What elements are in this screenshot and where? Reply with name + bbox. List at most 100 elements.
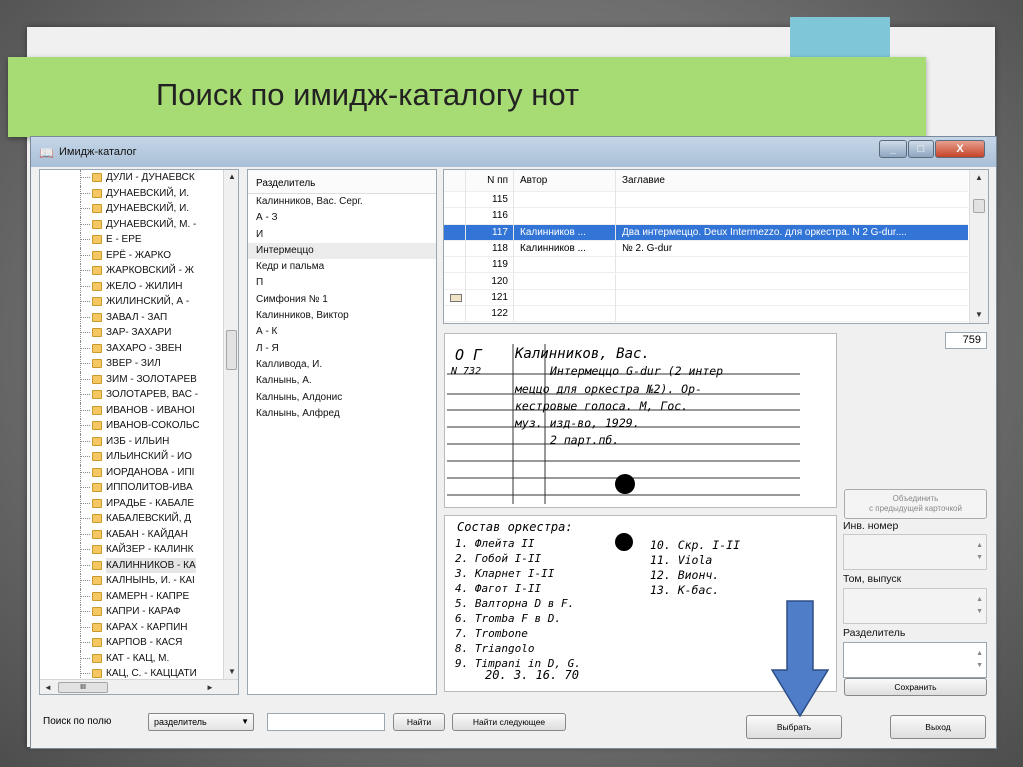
table-row[interactable]: 117 Калинников ... Два интермеццо. Deux In… <box>444 224 968 241</box>
choose-button[interactable]: Выбрать <box>746 715 842 739</box>
minimize-button[interactable]: _ <box>879 140 907 158</box>
tree-item[interactable]: КАМЕРН - КАПРЕ <box>40 588 238 605</box>
tree-item[interactable]: ИЗБ - ИЛЬИН <box>40 433 238 450</box>
tree-hscroll-thumb[interactable]: III <box>58 682 108 693</box>
tree-item[interactable]: ДУНАЕВСКИЙ, И. <box>40 185 238 202</box>
tree-guide-line <box>80 495 81 512</box>
tree-item[interactable]: ИВАНОВ - ИВАНОІ <box>40 402 238 419</box>
table-row[interactable]: 121 <box>444 289 968 307</box>
separator-item[interactable]: Калинников, Виктор <box>248 308 436 324</box>
separator-item[interactable]: Калливода, И. <box>248 357 436 373</box>
search-field-select[interactable]: разделитель ▼ <box>148 713 254 731</box>
col-author[interactable]: Автор <box>514 170 616 192</box>
separator-item[interactable]: Интермеццо <box>248 242 436 260</box>
find-button[interactable]: Найти <box>393 713 445 731</box>
separator-item[interactable]: П <box>248 275 436 291</box>
table-row[interactable]: 116 <box>444 208 968 225</box>
tree-item[interactable]: ИЛЬИНСКИЙ - ИО <box>40 449 238 465</box>
tree-item[interactable]: Е - ЕРЕ <box>40 232 238 248</box>
tree-item[interactable]: КАЙЗЕР - КАЛИНК <box>40 542 238 558</box>
table-row[interactable]: 122 <box>444 306 968 323</box>
grid-vertical-scrollbar[interactable]: ▲ ▼ <box>969 170 988 323</box>
search-input[interactable] <box>267 713 385 731</box>
close-button[interactable]: X <box>935 140 985 158</box>
separator-item[interactable]: А - К <box>248 324 436 340</box>
spin-down-icon[interactable]: ▼ <box>976 608 983 615</box>
maximize-button[interactable]: □ <box>908 140 934 158</box>
separator-item[interactable]: И <box>248 227 436 243</box>
scroll-up-icon[interactable]: ▲ <box>975 173 983 182</box>
separator-item[interactable]: Калнынь, Алфред <box>248 406 436 422</box>
separator-list[interactable]: Разделитель Калинников, Вас. Серг. А - ЗИ… <box>247 169 437 695</box>
spin-down-icon[interactable]: ▼ <box>976 662 983 669</box>
tree-item[interactable]: ЖИЛИНСКИЙ, А - <box>40 294 238 310</box>
cell-title: Два интермеццо. Deux Intermezzo. для орк… <box>622 226 907 238</box>
window-titlebar[interactable]: 📖 Имидж-каталог _ □ X <box>31 137 996 167</box>
records-grid[interactable]: N пп Автор Заглавие 115 116 117 Калинников … <box>443 169 989 324</box>
tree-item[interactable]: КАЛНЫНЬ, И. - КАІ <box>40 573 238 589</box>
chevron-down-icon[interactable]: ▼ <box>241 714 249 730</box>
row-marker-cell <box>444 257 466 274</box>
tree-item[interactable]: ЗВЕР - ЗИЛ <box>40 356 238 372</box>
tree-item[interactable]: ИРАДЬЕ - КАБАЛЕ <box>40 495 238 512</box>
separator-item[interactable]: Л - Я <box>248 341 436 357</box>
grid-scroll-thumb[interactable] <box>973 199 985 213</box>
spin-up-icon[interactable]: ▲ <box>976 542 983 549</box>
spin-up-icon[interactable]: ▲ <box>976 596 983 603</box>
table-row[interactable]: 118 Калинников ... № 2. G-dur <box>444 240 968 258</box>
tree-item[interactable]: КАТ - КАЦ, М. <box>40 650 238 667</box>
tree-item[interactable]: ЗАХАРО - ЗВЕН <box>40 340 238 357</box>
merge-with-previous-button[interactable]: Объединить с предыдущей карточкой <box>844 489 987 519</box>
tree-item[interactable]: ЗАР- ЗАХАРИ <box>40 325 238 341</box>
tree-item[interactable]: ИППОЛИТОВ-ИВА <box>40 480 238 496</box>
tree-horizontal-scrollbar[interactable]: ◄ III ► <box>40 679 238 694</box>
scroll-right-icon[interactable]: ► <box>206 683 214 692</box>
tree-item[interactable]: КАБАН - КАЙДАН <box>40 526 238 543</box>
scroll-down-icon[interactable]: ▼ <box>228 667 236 676</box>
separator-item[interactable]: Калнынь, А. <box>248 373 436 389</box>
tree-item[interactable]: ДУНАЕВСКИЙ, М. - <box>40 216 238 233</box>
tree-item[interactable]: КАРПОВ - КАСЯ <box>40 635 238 651</box>
card-line-4: кестровые голоса. М, Гос. <box>515 399 689 413</box>
scroll-down-icon[interactable]: ▼ <box>975 310 983 319</box>
scroll-left-icon[interactable]: ◄ <box>44 683 52 692</box>
table-row[interactable]: 120 <box>444 273 968 290</box>
separator-item[interactable]: Калинников, Вас. Серг. <box>248 194 436 210</box>
tree-item[interactable]: КАРАХ - КАРПИН <box>40 619 238 636</box>
tree-scroll-thumb[interactable] <box>226 330 237 370</box>
tree-item[interactable]: ЗОЛОТАРЕВ, ВАС - <box>40 387 238 403</box>
spin-down-icon[interactable]: ▼ <box>976 554 983 561</box>
tree-item-label: КАРПОВ - КАСЯ <box>106 637 183 648</box>
exit-button[interactable]: Выход <box>890 715 986 739</box>
separator-item[interactable]: Кедр и пальма <box>248 259 436 275</box>
tree-item[interactable]: ЖАРКОВСКИЙ - Ж <box>40 263 238 279</box>
col-num[interactable]: N пп <box>466 170 514 192</box>
tree-item[interactable]: ДУНАЕВСКИЙ, И. <box>40 201 238 217</box>
tree-guide-line <box>80 564 90 566</box>
catalog-tree[interactable]: ДУЛИ - ДУНАЕВСК ДУНАЕВСКИЙ, И. ДУНАЕВСКИЙ,… <box>39 169 239 695</box>
tree-item[interactable]: КАПРИ - КАРАФ <box>40 604 238 620</box>
spin-up-icon[interactable]: ▲ <box>976 650 983 657</box>
tree-vertical-scrollbar[interactable]: ▲ ▼ <box>223 170 238 680</box>
tree-item[interactable]: КАБАЛЕВСКИЙ, Д <box>40 511 238 527</box>
find-next-button[interactable]: Найти следующее <box>452 713 566 731</box>
tree-item[interactable]: ЗИМ - ЗОЛОТАРЕВ <box>40 371 238 388</box>
tree-item[interactable]: ЖЕЛО - ЖИЛИН <box>40 278 238 295</box>
separator-field[interactable]: ▲ ▼ <box>843 642 987 678</box>
scroll-up-icon[interactable]: ▲ <box>228 172 236 181</box>
table-row[interactable]: 119 <box>444 257 968 274</box>
separator-item[interactable]: Симфония № 1 <box>248 292 436 308</box>
tree-item[interactable]: ЗАВАЛ - ЗАП <box>40 309 238 326</box>
tree-item[interactable]: ИВАНОВ-СОКОЛЬС <box>40 418 238 434</box>
separator-item[interactable]: А - З <box>248 210 436 226</box>
tree-item[interactable]: ИОРДАНОВА - ИПІ <box>40 464 238 481</box>
col-title[interactable]: Заглавие <box>616 170 968 192</box>
inv-number-field[interactable]: ▲ ▼ <box>843 534 987 570</box>
tree-item[interactable]: ДУЛИ - ДУНАЕВСК <box>40 170 238 186</box>
save-button[interactable]: Сохранить <box>844 678 987 696</box>
separator-item[interactable]: Калнынь, Алдонис <box>248 390 436 406</box>
table-row[interactable]: 115 <box>444 192 968 209</box>
volume-field[interactable]: ▲ ▼ <box>843 588 987 624</box>
tree-item[interactable]: ЕРЁ - ЖАРКО <box>40 247 238 264</box>
tree-item[interactable]: КАЛИННИКОВ - КА <box>40 557 238 574</box>
